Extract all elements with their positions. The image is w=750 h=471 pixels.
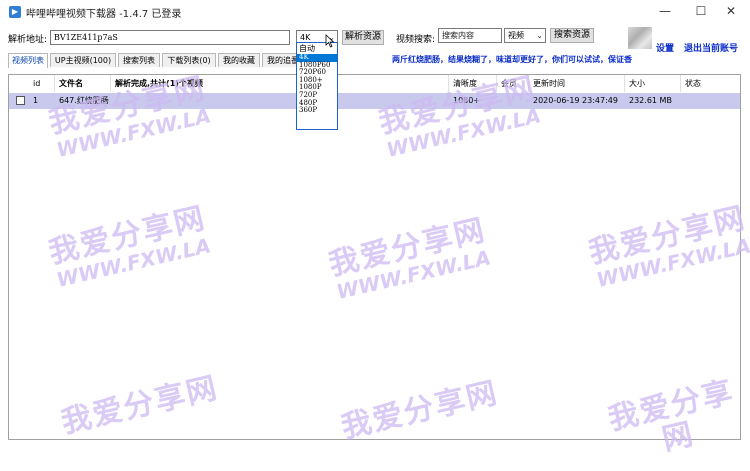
quality-option[interactable]: 360P [297, 107, 337, 115]
row-update-time: 2020-06-19 23:47:49 [533, 96, 618, 105]
col-header-size[interactable]: 大小 [625, 75, 681, 92]
minimize-button[interactable]: — [648, 2, 682, 20]
avatar [628, 27, 652, 49]
title-bar: ▶ 哔哩哔哩视频下载器 -1.4.7 已登录 — ☐ ✕ [0, 0, 750, 24]
col-header-parse-status[interactable]: 解析完成,共计(1)个视频 [111, 75, 449, 92]
row-quality: 1080+ [453, 96, 481, 105]
col-header-status[interactable]: 状态 [681, 75, 739, 92]
quality-dropdown-list: 自动 4K 1080P60 720P60 1080+ 1080P 720P 48… [296, 42, 338, 130]
parse-button[interactable]: 解析资源 [342, 30, 384, 45]
settings-link[interactable]: 设置 [656, 41, 674, 54]
row-filename: 647.红烧肥肠 [59, 96, 109, 105]
row-vip [497, 93, 529, 109]
search-input[interactable]: 搜索内容 [438, 28, 502, 43]
col-header-id[interactable]: id [29, 75, 55, 92]
url-label: 解析地址: [8, 35, 48, 45]
tab-up-videos[interactable]: UP主视频(100) [50, 53, 116, 67]
col-header-filename[interactable]: 文件名 [55, 75, 111, 92]
search-button[interactable]: 搜索资源 [550, 28, 594, 43]
logout-link[interactable]: 退出当前账号 [684, 41, 738, 54]
close-button[interactable]: ✕ [714, 2, 748, 20]
app-icon: ▶ [9, 6, 21, 18]
window-title: 哔哩哔哩视频下载器 -1.4.7 已登录 [26, 9, 182, 20]
notice-text: 两斤红烧肥肠，结果烧糊了，味道却更好了，你们可以试试，保证香 [392, 55, 632, 64]
row-size: 232.61 MB [629, 96, 672, 105]
quality-select-value: 4K [300, 33, 311, 42]
tab-video-list[interactable]: 视频列表 [8, 53, 48, 68]
search-label: 视频搜索: [396, 35, 436, 45]
tab-favorites[interactable]: 我的收藏 [218, 53, 260, 67]
video-table: id 文件名 解析完成,共计(1)个视频 清晰度 会员 更新时间 大小 状态 1… [8, 74, 741, 440]
tab-download-list[interactable]: 下载列表(0) [162, 53, 216, 67]
chevron-down-icon: ⌄ [536, 31, 543, 40]
table-row[interactable]: 1 647.红烧肥肠 1080+ 2020-06-19 23:47:49 232… [9, 93, 740, 109]
url-input[interactable]: BV1ZE411p7aS [50, 30, 290, 45]
row-checkbox[interactable] [16, 96, 25, 105]
mouse-cursor-icon [325, 34, 335, 48]
tab-search-list[interactable]: 搜索列表 [118, 53, 160, 67]
row-id: 1 [33, 96, 39, 105]
search-type-value: 视频 [508, 31, 524, 40]
col-header-quality[interactable]: 清晰度 [449, 75, 497, 92]
row-status [681, 93, 739, 109]
col-header-vip[interactable]: 会员 [497, 75, 529, 92]
maximize-button[interactable]: ☐ [684, 2, 718, 20]
search-type-select[interactable]: 视频 ⌄ [504, 28, 546, 43]
col-header-update-time[interactable]: 更新时间 [529, 75, 625, 92]
